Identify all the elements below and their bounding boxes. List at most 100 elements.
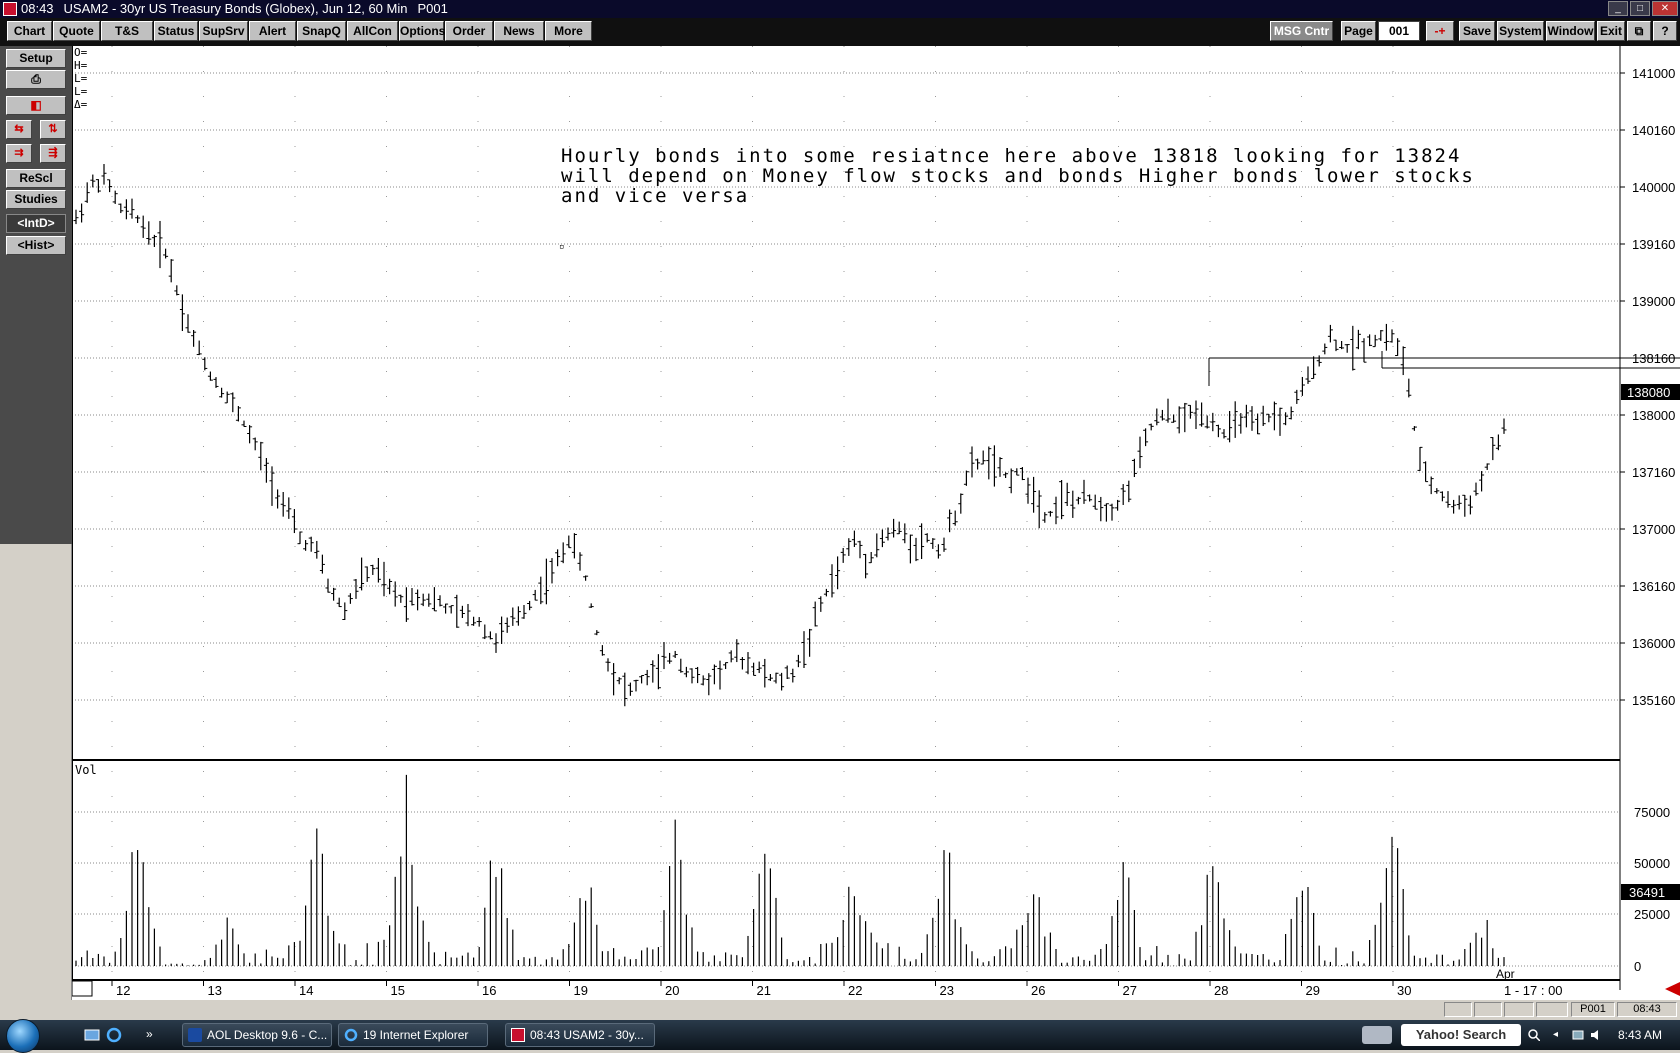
ohlc-bar — [896, 521, 902, 535]
ohlc-bar — [913, 537, 919, 562]
status-cell-2 — [1474, 1002, 1502, 1017]
time-tick-label: 26 — [1031, 983, 1045, 998]
menu-status-button[interactable]: Status — [154, 21, 198, 41]
menu-supsrv-button[interactable]: SupSrv — [199, 21, 248, 41]
print-icon[interactable]: ⎙ — [6, 70, 66, 89]
ohlc-bar — [689, 668, 695, 684]
volume-tick-label: 0 — [1634, 959, 1641, 974]
yahoo-search-box[interactable]: Yahoo! Search — [1401, 1024, 1521, 1046]
ohlc-bar — [1064, 482, 1070, 507]
start-button[interactable] — [6, 1019, 40, 1053]
menu-quote-button[interactable]: Quote — [53, 21, 100, 41]
ohlc-bar — [566, 535, 572, 549]
ohlc-bar — [258, 441, 264, 471]
rescale-button[interactable]: ReScl — [6, 169, 66, 188]
ohlc-bar — [515, 606, 521, 626]
search-icon[interactable] — [1528, 1029, 1540, 1041]
ohlc-bar — [135, 215, 141, 223]
ohlc-bar — [375, 557, 381, 583]
time-tick-label: 22 — [848, 983, 862, 998]
exit-button[interactable]: Exit — [1597, 21, 1625, 41]
time-tick-label: 14 — [299, 983, 313, 998]
ohlc-bar — [471, 616, 477, 626]
internet-explorer-icon[interactable] — [106, 1027, 122, 1043]
menu-allcon-button[interactable]: AllCon — [347, 21, 398, 41]
taskbar-internet-explorer[interactable]: 19 Internet Explorer — [338, 1023, 488, 1047]
ohlc-bar — [1283, 412, 1289, 426]
menu-ts-button[interactable]: T&S — [101, 21, 153, 41]
scroll-left-icon[interactable]: ⇆ — [6, 120, 32, 139]
ohlc-bar — [1014, 468, 1020, 476]
restore-icon[interactable]: ⧉ — [1627, 21, 1651, 41]
page-number-field[interactable]: 001 — [1378, 21, 1420, 41]
taskbar-aol-desktop[interactable]: AOL Desktop 9.6 - C... — [182, 1023, 332, 1047]
menu-chart-button[interactable]: Chart — [7, 21, 52, 41]
ohlc-bar — [319, 554, 325, 574]
quicklaunch-more-icon[interactable]: » — [146, 1027, 162, 1043]
ohlc-bar — [599, 645, 605, 656]
ohlc-bar — [527, 600, 533, 611]
ohlc-bar — [655, 654, 661, 690]
ohlc-bar — [1467, 495, 1473, 515]
intraday-button[interactable]: <IntD> — [6, 214, 66, 233]
ohlc-bar — [857, 540, 863, 559]
ohlc-bar — [1120, 484, 1126, 505]
time-tick-label: 23 — [940, 983, 954, 998]
ohlc-bar — [168, 259, 174, 283]
compress-icon[interactable]: ⇉ — [6, 144, 32, 163]
ohlc-chart[interactable]: ▫ O=H=L=L=Δ= Hourly bonds into some resi… — [72, 46, 1680, 1000]
menu-alert-button[interactable]: Alert — [249, 21, 296, 41]
save-button[interactable]: Save — [1459, 21, 1495, 41]
volume-tick-label: 50000 — [1634, 856, 1670, 871]
ohlc-bar — [622, 672, 628, 707]
page-arrows-button[interactable]: -+ — [1426, 21, 1454, 41]
taskbar-usam2-window[interactable]: 08:43 USAM2 - 30y... — [505, 1023, 655, 1047]
ohlc-bar — [1249, 406, 1255, 431]
ohlc-readout-label: L= — [74, 85, 88, 98]
ohlc-bar — [179, 294, 185, 332]
time-tick-label: 13 — [208, 983, 222, 998]
close-button[interactable]: ✕ — [1652, 1, 1678, 16]
minimize-button[interactable]: _ — [1608, 1, 1628, 16]
time-month-label: Apr — [1496, 967, 1515, 981]
ohlc-bar — [723, 662, 729, 670]
ohlc-bar — [1070, 490, 1076, 518]
ie-icon — [344, 1028, 358, 1042]
ohlc-bar — [1501, 418, 1507, 434]
network-icon[interactable] — [1572, 1029, 1584, 1041]
maximize-button[interactable]: □ — [1630, 1, 1650, 16]
ohlc-bar — [1025, 477, 1031, 504]
msg-center-button[interactable]: MSG Cntr — [1270, 21, 1333, 41]
chart-area[interactable]: ▫ O= H= L= L= Δ= Hourly bonds into some resi… — [72, 46, 1680, 1000]
ohlc-bar — [767, 674, 773, 681]
ohlc-bar — [325, 578, 331, 593]
expand-icon[interactable]: ⇶ — [40, 144, 66, 163]
scroll-up-down-icon[interactable]: ⇅ — [40, 120, 66, 139]
scroll-right-arrow-icon[interactable] — [1665, 982, 1680, 996]
ohlc-bar — [745, 652, 751, 675]
studies-button[interactable]: Studies — [6, 190, 66, 209]
menu-more-button[interactable]: More — [545, 21, 592, 41]
menu-order-button[interactable]: Order — [445, 21, 493, 41]
ohlc-bar — [1350, 325, 1356, 371]
volume-icon[interactable] — [1590, 1029, 1602, 1041]
time-scroll-box[interactable] — [72, 980, 93, 997]
window-button[interactable]: Window — [1546, 21, 1595, 41]
help-button[interactable]: ? — [1653, 21, 1677, 41]
menu-options-button[interactable]: Options — [399, 21, 445, 41]
draw-tool-icon[interactable]: ◧ — [6, 96, 66, 115]
ohlc-bar — [1288, 406, 1294, 420]
time-last-label: 1 - 17 : 00 — [1504, 983, 1563, 998]
menu-news-button[interactable]: News — [494, 21, 544, 41]
ohlc-bar — [1176, 406, 1182, 434]
history-button[interactable]: <Hist> — [6, 236, 66, 255]
price-tick-label: 136000 — [1632, 636, 1675, 651]
tray-expand-icon[interactable]: ◂ — [1553, 1029, 1565, 1041]
status-cell-4 — [1536, 1002, 1568, 1017]
show-desktop-icon[interactable] — [84, 1027, 100, 1043]
ohlc-bar — [1081, 479, 1087, 504]
ohlc-bar — [555, 549, 561, 567]
menu-snapq-button[interactable]: SnapQ — [297, 21, 346, 41]
system-button[interactable]: System — [1497, 21, 1544, 41]
setup-button[interactable]: Setup — [6, 49, 66, 68]
